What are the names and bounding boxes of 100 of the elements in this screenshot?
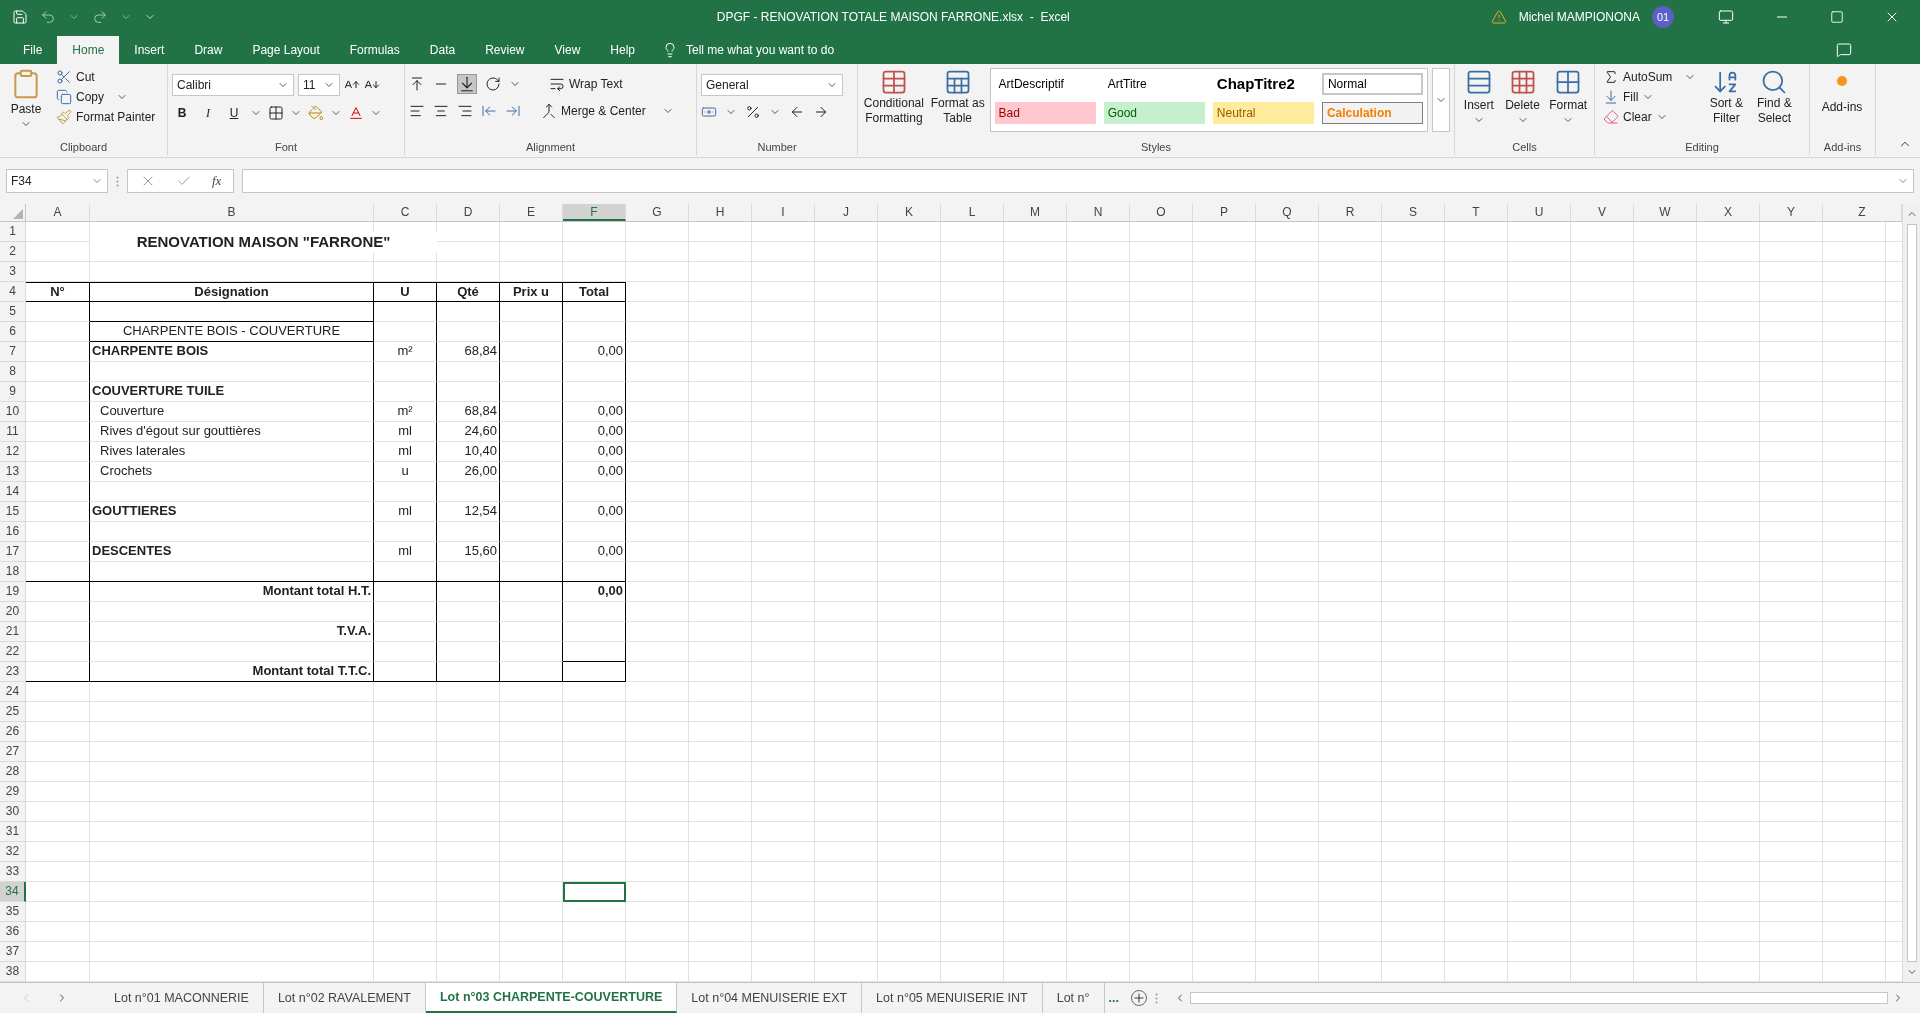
row-header[interactable]: 37 — [0, 942, 26, 962]
column-header[interactable]: A — [26, 204, 90, 221]
row-header[interactable]: 12 — [0, 442, 26, 462]
column-header[interactable]: T — [1445, 204, 1508, 221]
row-header[interactable]: 13 — [0, 462, 26, 482]
font-name-field[interactable]: Calibri — [172, 74, 294, 96]
column-header[interactable]: X — [1697, 204, 1760, 221]
ribbon-tab[interactable]: File — [8, 36, 58, 64]
row-header[interactable]: 31 — [0, 822, 26, 842]
row-header[interactable]: 35 — [0, 902, 26, 922]
row-header[interactable]: 6 — [0, 322, 26, 342]
increase-decimal-icon[interactable] — [789, 104, 805, 120]
cell-style[interactable]: Bad — [994, 102, 1096, 124]
delete-button[interactable]: Delete — [1502, 68, 1543, 126]
ribbon-display-icon[interactable] — [1718, 9, 1734, 25]
row-header[interactable]: 19 — [0, 582, 26, 602]
column-header[interactable]: Q — [1256, 204, 1319, 221]
copy-button[interactable]: Copy — [52, 88, 160, 106]
format-as-table-button[interactable]: Format as Table — [929, 68, 986, 126]
column-header[interactable]: D — [437, 204, 500, 221]
sheet-tab[interactable]: Lot n° — [1042, 983, 1105, 1013]
column-header[interactable]: I — [752, 204, 815, 221]
paste-button[interactable]: Paste — [4, 68, 48, 130]
merge-center-button[interactable]: Merge & Center — [537, 102, 678, 120]
cell-style[interactable]: Neutral — [1212, 102, 1314, 124]
column-header[interactable]: B — [90, 204, 374, 221]
percent-icon[interactable] — [745, 104, 761, 120]
formula-input[interactable] — [242, 169, 1914, 193]
row-header[interactable]: 33 — [0, 862, 26, 882]
ribbon-tab[interactable]: Formulas — [334, 36, 415, 64]
comments-icon[interactable] — [1836, 42, 1852, 58]
row-header[interactable]: 38 — [0, 962, 26, 982]
column-header[interactable]: L — [941, 204, 1004, 221]
decrease-decimal-icon[interactable] — [813, 104, 829, 120]
row-header[interactable]: 1 — [0, 222, 26, 242]
redo-icon[interactable] — [92, 9, 108, 25]
borders-icon[interactable] — [268, 105, 284, 121]
column-header[interactable]: S — [1382, 204, 1445, 221]
row-header[interactable]: 21 — [0, 622, 26, 642]
format-painter-button[interactable]: Format Painter — [52, 108, 160, 126]
row-header[interactable]: 22 — [0, 642, 26, 662]
row-header[interactable]: 27 — [0, 742, 26, 762]
row-header[interactable]: 10 — [0, 402, 26, 422]
orientation-icon[interactable] — [485, 76, 501, 92]
cell-style[interactable]: Normal — [1321, 73, 1424, 95]
column-header[interactable]: W — [1634, 204, 1697, 221]
insert-button[interactable]: Insert — [1459, 68, 1499, 126]
column-header[interactable]: C — [374, 204, 437, 221]
ribbon-tab[interactable]: Data — [414, 36, 471, 64]
conditional-formatting-button[interactable]: Conditional Formatting — [862, 68, 926, 126]
find-select-button[interactable]: Find & Select — [1752, 68, 1797, 126]
row-header[interactable]: 28 — [0, 762, 26, 782]
row-header[interactable]: 25 — [0, 702, 26, 722]
sheet-tab[interactable]: Lot n°01 MACONNERIE — [100, 983, 264, 1013]
sort-filter-button[interactable]: Sort & Filter — [1704, 68, 1749, 126]
active-cell[interactable] — [563, 882, 626, 902]
row-header[interactable]: 2 — [0, 242, 26, 262]
column-header[interactable]: O — [1130, 204, 1193, 221]
row-header[interactable]: 34 — [0, 882, 26, 902]
row-header[interactable]: 8 — [0, 362, 26, 382]
row-header[interactable]: 29 — [0, 782, 26, 802]
font-size-field[interactable]: 11 — [298, 74, 340, 96]
row-header[interactable]: 4 — [0, 282, 26, 302]
row-header[interactable]: 11 — [0, 422, 26, 442]
ribbon-tab[interactable]: Insert — [119, 36, 180, 64]
italic-button[interactable]: I — [198, 104, 218, 122]
row-header[interactable]: 30 — [0, 802, 26, 822]
column-header[interactable]: V — [1571, 204, 1634, 221]
row-header[interactable]: 14 — [0, 482, 26, 502]
column-header[interactable]: U — [1508, 204, 1571, 221]
column-header[interactable]: J — [815, 204, 878, 221]
column-header[interactable]: F — [563, 204, 626, 221]
more-sheets-indicator[interactable]: ... — [1104, 988, 1123, 1008]
row-header[interactable]: 23 — [0, 662, 26, 682]
row-header[interactable]: 20 — [0, 602, 26, 622]
column-header[interactable]: M — [1004, 204, 1067, 221]
ribbon-tab[interactable]: Home — [57, 36, 120, 64]
tell-me-field[interactable]: Tell me what you want to do — [686, 41, 835, 59]
bold-button[interactable]: B — [172, 104, 192, 122]
bottom-align-icon[interactable] — [457, 74, 477, 94]
row-header[interactable]: 15 — [0, 502, 26, 522]
ribbon-tab[interactable]: Page Layout — [237, 36, 335, 64]
clear-button[interactable]: Clear — [1599, 108, 1701, 126]
align-center-icon[interactable] — [433, 103, 449, 119]
ribbon-tab[interactable]: Review — [470, 36, 540, 64]
insert-function-button[interactable]: fx — [212, 171, 222, 191]
sheet-tab[interactable]: Lot n°03 CHARPENTE-COUVERTURE — [426, 983, 678, 1013]
align-left-icon[interactable] — [409, 103, 425, 119]
autosum-button[interactable]: AutoSum — [1599, 68, 1701, 86]
cell-style[interactable]: Good — [1103, 102, 1205, 124]
cut-button[interactable]: Cut — [52, 68, 160, 86]
font-color-icon[interactable] — [348, 105, 364, 121]
wrap-text-button[interactable]: Wrap Text — [545, 75, 627, 93]
number-format-field[interactable]: General — [701, 74, 843, 96]
row-header[interactable]: 7 — [0, 342, 26, 362]
column-header[interactable]: K — [878, 204, 941, 221]
row-header[interactable]: 9 — [0, 382, 26, 402]
save-icon[interactable] — [12, 9, 28, 25]
format-button[interactable]: Format — [1546, 68, 1590, 126]
row-header[interactable]: 17 — [0, 542, 26, 562]
